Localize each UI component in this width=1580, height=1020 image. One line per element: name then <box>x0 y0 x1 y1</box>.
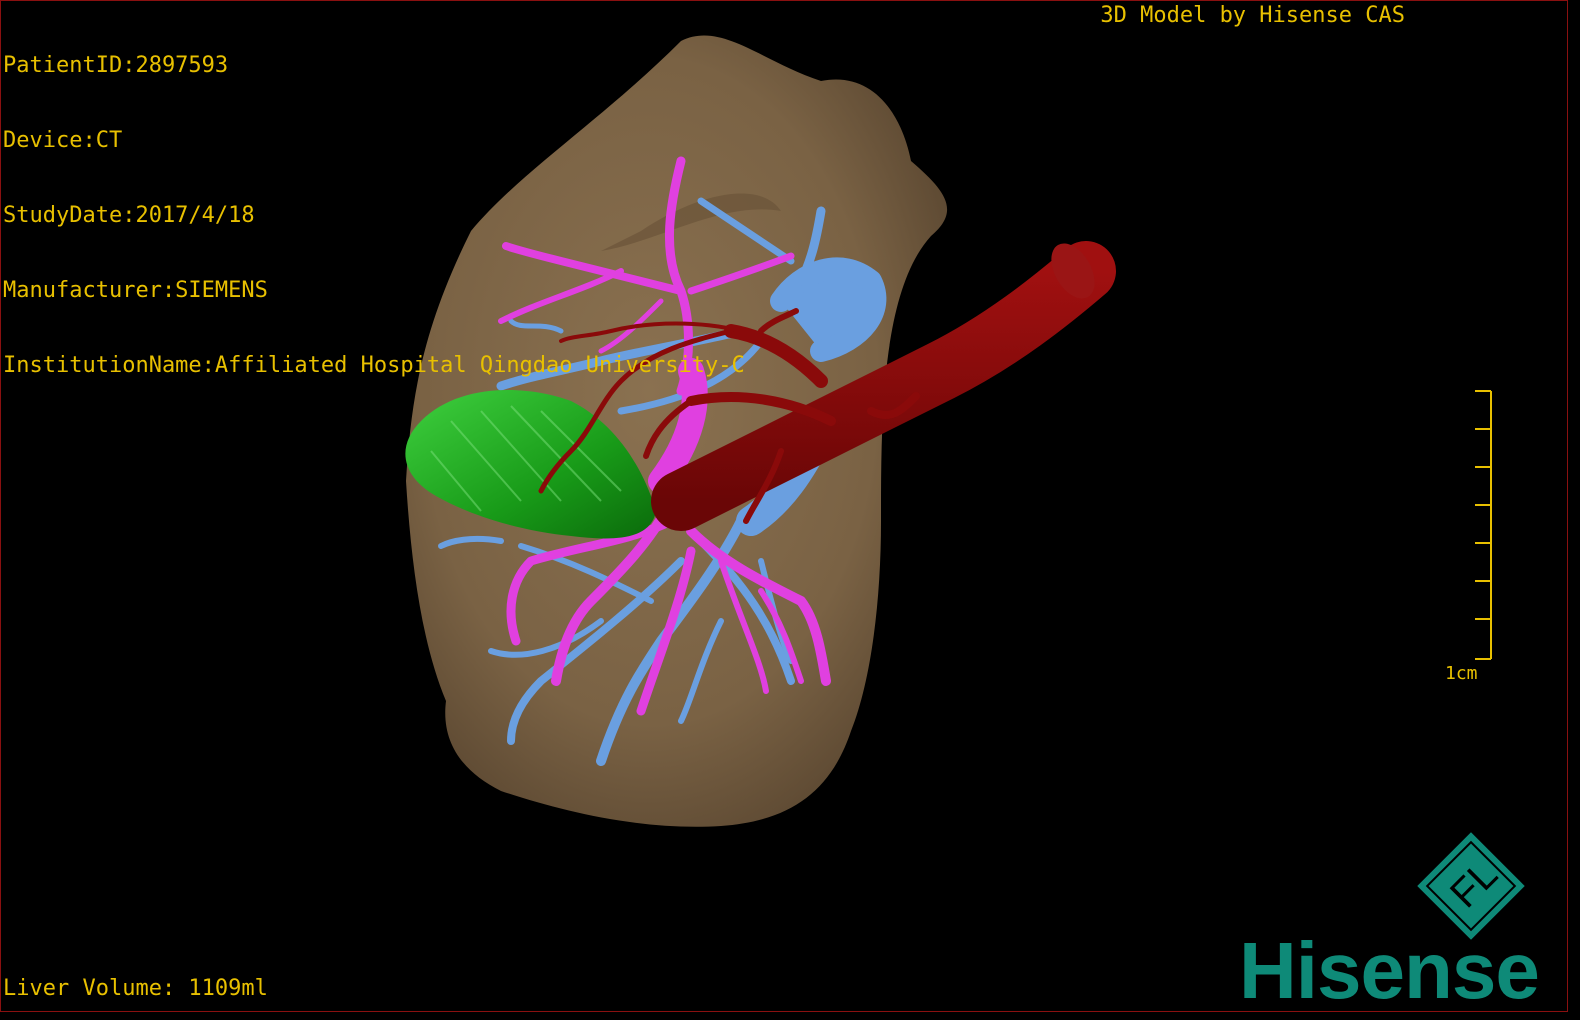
study-date: StudyDate:2017/4/18 <box>3 203 255 228</box>
logo-mark-icon: FL <box>1417 832 1525 940</box>
hisense-logo: Hisense <box>1239 926 1540 1012</box>
manufacturer: Manufacturer:SIEMENS <box>3 278 268 303</box>
device: Device:CT <box>3 128 123 153</box>
patient-info-panel: PatientID:2897593 Device:CT StudyDate:20… <box>3 3 745 428</box>
liver-volume: Liver Volume: 1109ml <box>3 976 268 1001</box>
scale-bar-label: 1cm <box>1445 663 1478 684</box>
model-credit: 3D Model by Hisense CAS <box>1100 3 1405 28</box>
patient-id: PatientID:2897593 <box>3 53 229 78</box>
3d-viewport[interactable]: FL PatientID:2897593 Device:CT StudyDate… <box>0 0 1568 1012</box>
institution-name: InstitutionName:Affiliated Hospital Qing… <box>3 353 745 378</box>
scale-bar <box>1475 390 1492 660</box>
